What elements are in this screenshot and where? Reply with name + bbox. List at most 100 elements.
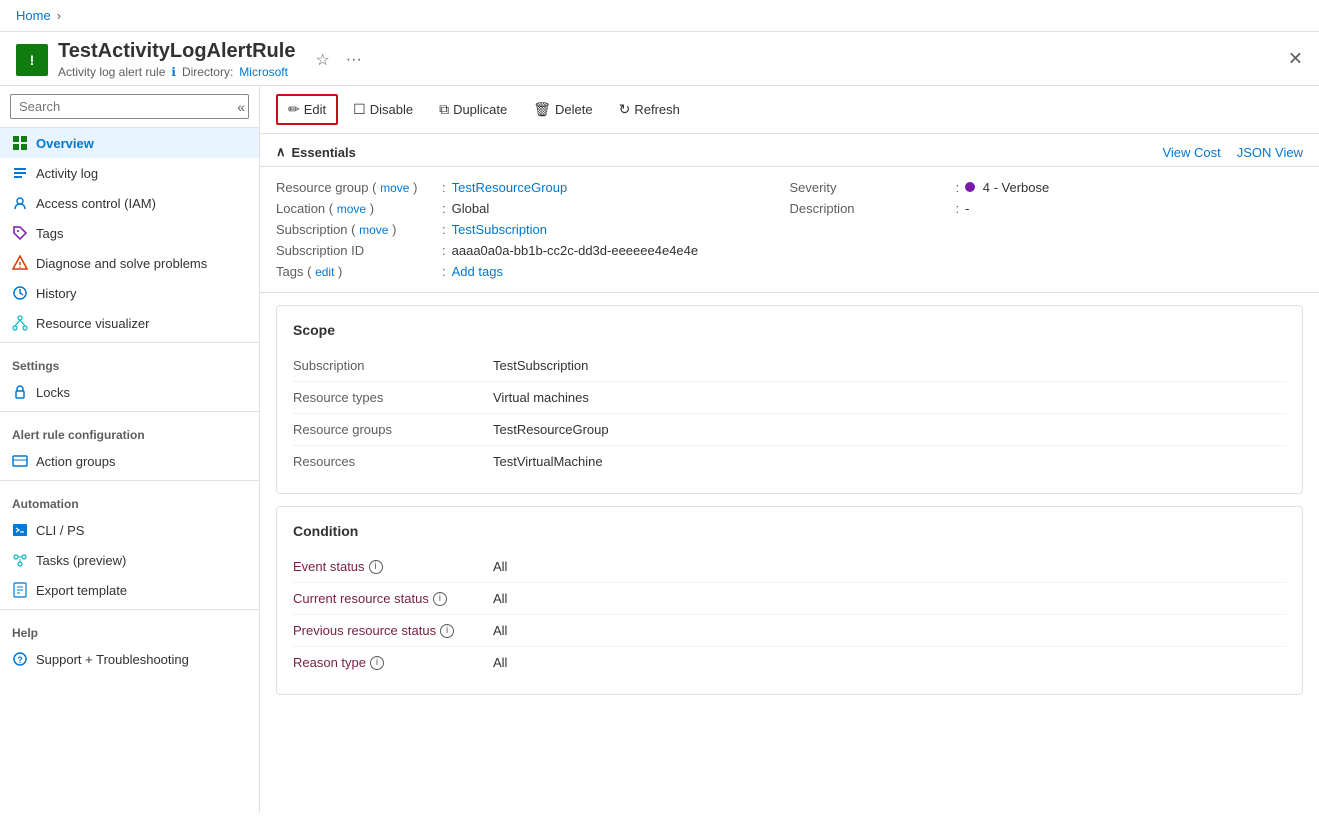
json-view-link[interactable]: JSON View bbox=[1237, 145, 1303, 160]
condition-previous-resource-status-value: All bbox=[493, 623, 507, 638]
scope-subscription-label: Subscription bbox=[293, 358, 493, 373]
resource-group-value-link[interactable]: TestResourceGroup bbox=[452, 180, 568, 195]
description-value: - bbox=[965, 201, 969, 216]
subscription-move-link[interactable]: move bbox=[359, 223, 388, 237]
export-template-icon bbox=[12, 582, 28, 598]
resource-header: ! TestActivityLogAlertRule Activity log … bbox=[0, 32, 1319, 86]
svg-text:?: ? bbox=[17, 655, 23, 665]
essentials-links: View Cost JSON View bbox=[1162, 145, 1303, 160]
locks-icon bbox=[12, 384, 28, 400]
info-icon: ℹ bbox=[171, 65, 176, 79]
subscription-id-row: Subscription ID : aaaa0a0a-bb1b-cc2c-dd3… bbox=[276, 240, 790, 261]
sidebar-label-support: Support + Troubleshooting bbox=[36, 652, 189, 667]
sidebar: « Overview Activity log Access control (… bbox=[0, 86, 260, 813]
cli-ps-icon bbox=[12, 522, 28, 538]
sidebar-item-activity-log[interactable]: Activity log bbox=[0, 158, 259, 188]
scope-resources-label: Resources bbox=[293, 454, 493, 469]
toolbar: ✏ Edit ☐ Disable ⧉ Duplicate 🗑 Delete ↻ … bbox=[260, 86, 1319, 134]
reason-type-info-icon[interactable]: i bbox=[370, 656, 384, 670]
search-input[interactable] bbox=[10, 94, 249, 119]
disable-button[interactable]: ☐ Disable bbox=[342, 95, 424, 124]
resource-group-row: Resource group ( move ) : TestResourceGr… bbox=[276, 177, 790, 198]
sidebar-item-access-control[interactable]: Access control (IAM) bbox=[0, 188, 259, 218]
sidebar-item-resource-visualizer[interactable]: Resource visualizer bbox=[0, 308, 259, 338]
location-move-link[interactable]: move bbox=[337, 202, 366, 216]
resource-title-block: TestActivityLogAlertRule Activity log al… bbox=[58, 40, 295, 79]
tasks-preview-icon bbox=[12, 552, 28, 568]
delete-button[interactable]: 🗑 Delete bbox=[522, 95, 603, 124]
more-options-button[interactable]: ··· bbox=[342, 49, 366, 71]
sidebar-label-export-template: Export template bbox=[36, 583, 127, 598]
event-status-info-icon[interactable]: i bbox=[369, 560, 383, 574]
action-groups-icon bbox=[12, 453, 28, 469]
favorite-button[interactable]: ☆ bbox=[311, 48, 333, 72]
condition-reason-type-value: All bbox=[493, 655, 507, 670]
sidebar-item-cli-ps[interactable]: CLI / PS bbox=[0, 515, 259, 545]
view-cost-link[interactable]: View Cost bbox=[1162, 145, 1220, 160]
condition-reason-type-label: Reason type i bbox=[293, 655, 493, 670]
sidebar-item-tasks-preview[interactable]: Tasks (preview) bbox=[0, 545, 259, 575]
edit-button[interactable]: ✏ Edit bbox=[276, 94, 338, 125]
sidebar-item-history[interactable]: History bbox=[0, 278, 259, 308]
condition-event-status-row: Event status i All bbox=[293, 551, 1286, 583]
collapse-sidebar-button[interactable]: « bbox=[237, 99, 245, 115]
condition-current-resource-status-value: All bbox=[493, 591, 507, 606]
overview-icon bbox=[12, 135, 28, 151]
history-icon bbox=[12, 285, 28, 301]
subscription-row: Subscription ( move ) : TestSubscription bbox=[276, 219, 790, 240]
directory-value: Microsoft bbox=[239, 65, 288, 79]
resource-visualizer-icon bbox=[12, 315, 28, 331]
description-row: Description : - bbox=[790, 198, 1304, 219]
scope-resources-row: Resources TestVirtualMachine bbox=[293, 446, 1286, 477]
subscription-id-value: aaaa0a0a-bb1b-cc2c-dd3d-eeeeee4e4e4e bbox=[452, 243, 699, 258]
svg-text:!: ! bbox=[30, 52, 35, 68]
scope-card-title: Scope bbox=[293, 322, 1286, 338]
sidebar-item-tags[interactable]: Tags bbox=[0, 218, 259, 248]
sidebar-item-action-groups[interactable]: Action groups bbox=[0, 446, 259, 476]
subscription-value-link[interactable]: TestSubscription bbox=[452, 222, 547, 237]
content-area: ✏ Edit ☐ Disable ⧉ Duplicate 🗑 Delete ↻ … bbox=[260, 86, 1319, 813]
home-link[interactable]: Home bbox=[16, 8, 51, 23]
sidebar-item-diagnose[interactable]: Diagnose and solve problems bbox=[0, 248, 259, 278]
sidebar-label-resource-visualizer: Resource visualizer bbox=[36, 316, 149, 331]
sidebar-label-access-control: Access control (IAM) bbox=[36, 196, 156, 211]
sidebar-label-diagnose: Diagnose and solve problems bbox=[36, 256, 207, 271]
location-row: Location ( move ) : Global bbox=[276, 198, 790, 219]
access-control-icon bbox=[12, 195, 28, 211]
sidebar-label-action-groups: Action groups bbox=[36, 454, 116, 469]
sidebar-item-overview[interactable]: Overview bbox=[0, 128, 259, 158]
scope-card: Scope Subscription TestSubscription Reso… bbox=[276, 305, 1303, 494]
resource-group-move-link[interactable]: move bbox=[380, 181, 409, 195]
close-button[interactable]: ✕ bbox=[1288, 48, 1303, 69]
resource-title: TestActivityLogAlertRule bbox=[58, 40, 295, 63]
essentials-title-text: Essentials bbox=[292, 145, 356, 160]
add-tags-link[interactable]: Add tags bbox=[452, 264, 503, 279]
scope-subscription-value: TestSubscription bbox=[493, 358, 588, 373]
tags-edit-link[interactable]: edit bbox=[315, 265, 334, 279]
refresh-button[interactable]: ↻ Refresh bbox=[608, 95, 691, 124]
current-resource-status-info-icon[interactable]: i bbox=[433, 592, 447, 606]
condition-previous-resource-status-row: Previous resource status i All bbox=[293, 615, 1286, 647]
duplicate-button[interactable]: ⧉ Duplicate bbox=[428, 95, 518, 124]
condition-event-status-value: All bbox=[493, 559, 507, 574]
previous-resource-status-info-icon[interactable]: i bbox=[440, 624, 454, 638]
support-icon: ? bbox=[12, 651, 28, 667]
tags-icon bbox=[12, 225, 28, 241]
sidebar-label-tasks-preview: Tasks (preview) bbox=[36, 553, 126, 568]
scope-resources-value: TestVirtualMachine bbox=[493, 454, 603, 469]
tags-row: Tags ( edit ) : Add tags bbox=[276, 261, 790, 282]
location-value: Global bbox=[452, 201, 490, 216]
delete-icon: 🗑 bbox=[533, 101, 551, 118]
scope-resource-groups-row: Resource groups TestResourceGroup bbox=[293, 414, 1286, 446]
condition-current-resource-status-label: Current resource status i bbox=[293, 591, 493, 606]
activity-log-icon bbox=[12, 165, 28, 181]
severity-value: 4 - Verbose bbox=[983, 180, 1050, 195]
refresh-icon: ↻ bbox=[619, 101, 631, 118]
resource-icon: ! bbox=[16, 44, 48, 76]
header-actions: ☆ ··· bbox=[311, 48, 365, 72]
sidebar-item-support[interactable]: ? Support + Troubleshooting bbox=[0, 644, 259, 674]
sidebar-item-export-template[interactable]: Export template bbox=[0, 575, 259, 605]
condition-card-title: Condition bbox=[293, 523, 1286, 539]
sidebar-item-locks[interactable]: Locks bbox=[0, 377, 259, 407]
essentials-toggle[interactable]: ∧ Essentials bbox=[276, 144, 356, 160]
